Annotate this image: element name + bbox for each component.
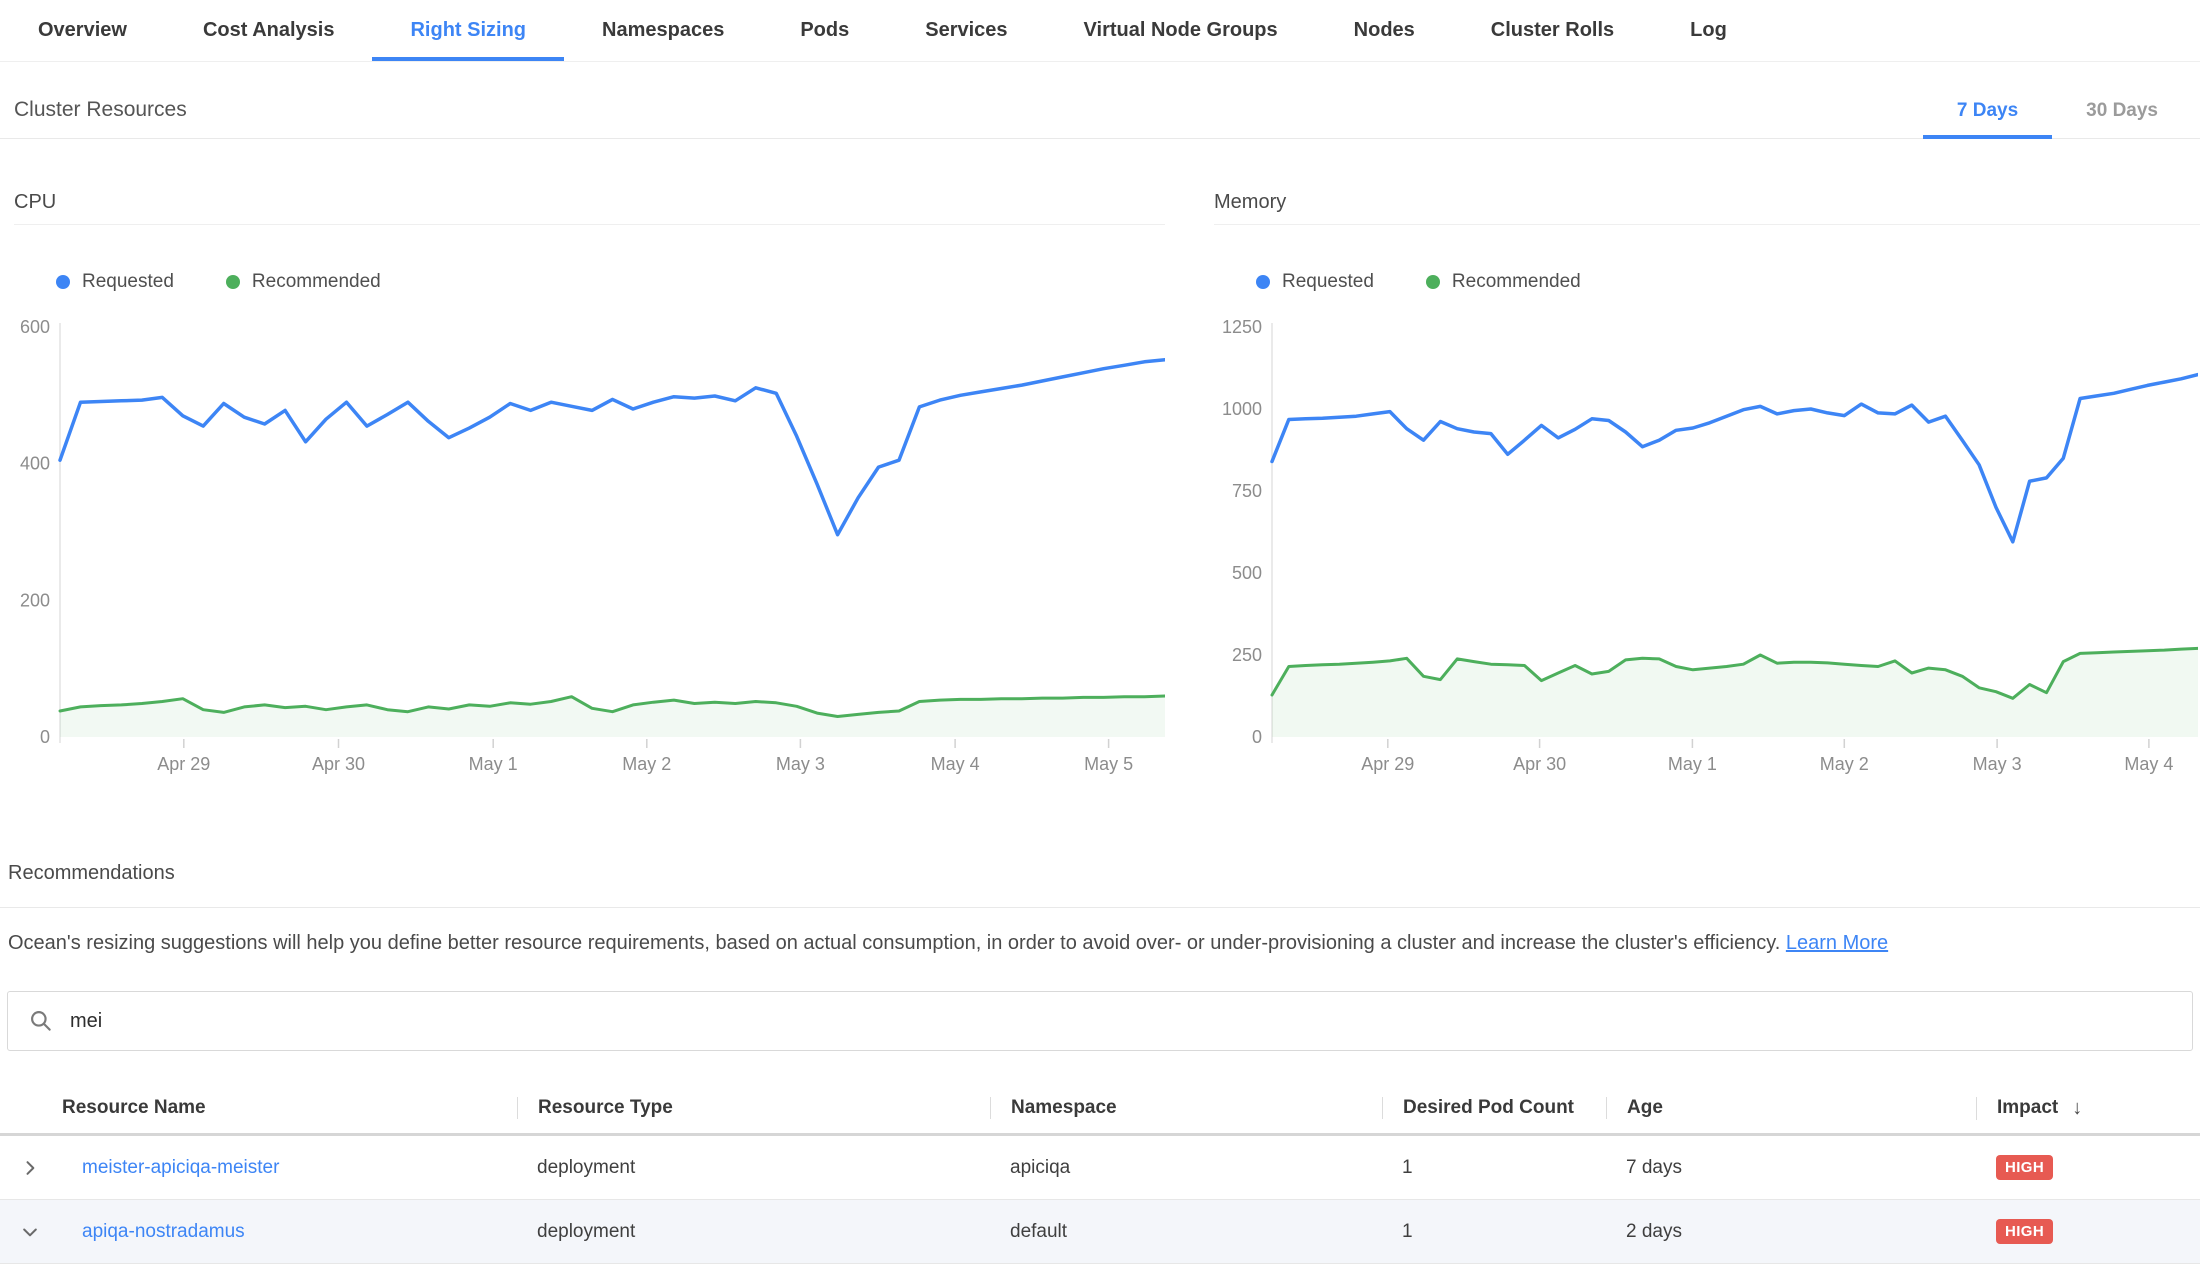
recommendations-title: Recommendations xyxy=(0,862,2200,908)
learn-more-link[interactable]: Learn More xyxy=(1786,932,1888,954)
tab-nodes[interactable]: Nodes xyxy=(1316,0,1453,61)
svg-text:Apr 29: Apr 29 xyxy=(1361,754,1414,774)
impact-high-badge: HIGH xyxy=(1996,1219,2053,1244)
resource-name-link[interactable]: apiqa-nostradamus xyxy=(82,1221,245,1243)
section-title: Cluster Resources xyxy=(14,98,187,138)
svg-text:750: 750 xyxy=(1232,481,1262,501)
resource-type-cell: deployment xyxy=(517,1157,990,1179)
namespace-cell: apiciqa xyxy=(990,1157,1382,1179)
tab-right-sizing[interactable]: Right Sizing xyxy=(372,0,564,61)
charts-row: CPU Requested Recommended 600 400 200 0 Apr … xyxy=(0,177,2200,786)
tab-bar: Overview Cost Analysis Right Sizing Name… xyxy=(0,0,2200,62)
svg-text:200: 200 xyxy=(20,590,50,610)
desired-pod-count-cell: 1 xyxy=(1382,1221,1606,1243)
recommendations-table: Resource Name Resource Type Namespace De… xyxy=(0,1083,2200,1264)
svg-text:May 1: May 1 xyxy=(469,754,518,774)
svg-text:May 2: May 2 xyxy=(1820,754,1869,774)
impact-high-badge: HIGH xyxy=(1996,1155,2053,1180)
svg-text:Apr 29: Apr 29 xyxy=(157,754,210,774)
svg-text:May 5: May 5 xyxy=(1084,754,1133,774)
memory-chart-section: Memory Requested Recommended 1250 1000 750… xyxy=(1214,177,2200,786)
recommendations-description-text: Ocean's resizing suggestions will help y… xyxy=(8,932,1780,954)
svg-text:250: 250 xyxy=(1232,645,1262,665)
requested-dot-icon xyxy=(56,275,70,289)
search-icon xyxy=(28,1008,54,1034)
namespace-cell: default xyxy=(990,1221,1382,1243)
recommended-dot-icon xyxy=(226,275,240,289)
column-namespace: Namespace xyxy=(990,1097,1382,1119)
cluster-resources-header: Cluster Resources 7 Days 30 Days xyxy=(0,62,2200,139)
column-impact[interactable]: Impact ↓ xyxy=(1976,1097,2200,1120)
svg-text:May 4: May 4 xyxy=(931,754,980,774)
date-range-toggle: 7 Days 30 Days xyxy=(1923,100,2192,138)
svg-text:1250: 1250 xyxy=(1222,319,1262,337)
legend-requested[interactable]: Requested xyxy=(56,271,174,293)
range-7-days[interactable]: 7 Days xyxy=(1923,100,2052,138)
svg-text:May 3: May 3 xyxy=(1973,754,2022,774)
resource-search-box xyxy=(7,991,2193,1051)
tab-virtual-node-groups[interactable]: Virtual Node Groups xyxy=(1046,0,1316,61)
table-row: apiqa-nostradamus deployment default 1 2… xyxy=(0,1200,2200,1264)
legend-recommended-label: Recommended xyxy=(1452,271,1581,293)
resource-type-cell: deployment xyxy=(517,1221,990,1243)
age-cell: 7 days xyxy=(1606,1157,1976,1179)
range-30-days[interactable]: 30 Days xyxy=(2052,100,2192,138)
requested-dot-icon xyxy=(1256,275,1270,289)
svg-text:Apr 30: Apr 30 xyxy=(312,754,365,774)
column-desired-pod-count: Desired Pod Count xyxy=(1382,1097,1606,1119)
legend-requested[interactable]: Requested xyxy=(1256,271,1374,293)
memory-chart-legend: Requested Recommended xyxy=(1256,271,2200,293)
chevron-right-icon[interactable] xyxy=(20,1158,40,1178)
svg-text:1000: 1000 xyxy=(1222,399,1262,419)
svg-text:400: 400 xyxy=(20,454,50,474)
legend-recommended[interactable]: Recommended xyxy=(226,271,381,293)
chevron-down-icon[interactable] xyxy=(20,1222,40,1242)
tab-cost-analysis[interactable]: Cost Analysis xyxy=(165,0,373,61)
column-age: Age xyxy=(1606,1097,1976,1119)
table-header-row: Resource Name Resource Type Namespace De… xyxy=(0,1083,2200,1136)
sort-desc-icon[interactable]: ↓ xyxy=(2072,1097,2082,1120)
legend-recommended-label: Recommended xyxy=(252,271,381,293)
legend-requested-label: Requested xyxy=(82,271,174,293)
column-resource-type: Resource Type xyxy=(517,1097,990,1119)
column-impact-label: Impact xyxy=(1997,1097,2058,1119)
recommended-dot-icon xyxy=(1426,275,1440,289)
tab-services[interactable]: Services xyxy=(887,0,1045,61)
cpu-chart-title: CPU xyxy=(14,177,1165,225)
cpu-chart-legend: Requested Recommended xyxy=(56,271,1165,293)
memory-chart-title: Memory xyxy=(1214,177,2200,225)
tab-cluster-rolls[interactable]: Cluster Rolls xyxy=(1453,0,1652,61)
memory-chart-plot[interactable]: 1250 1000 750 500 250 0 Apr 29 Apr 30 May 1 May 2… xyxy=(1214,319,2200,786)
tab-namespaces[interactable]: Namespaces xyxy=(564,0,762,61)
resource-name-link[interactable]: meister-apiciqa-meister xyxy=(82,1157,279,1179)
legend-recommended[interactable]: Recommended xyxy=(1426,271,1581,293)
table-row: meister-apiciqa-meister deployment apici… xyxy=(0,1136,2200,1200)
svg-text:May 3: May 3 xyxy=(776,754,825,774)
svg-text:May 1: May 1 xyxy=(1668,754,1717,774)
column-resource-name: Resource Name xyxy=(62,1097,517,1119)
svg-text:Apr 30: Apr 30 xyxy=(1513,754,1566,774)
recommendations-description: Ocean's resizing suggestions will help y… xyxy=(0,908,2200,957)
svg-text:500: 500 xyxy=(1232,563,1262,583)
age-cell: 2 days xyxy=(1606,1221,1976,1243)
svg-text:600: 600 xyxy=(20,319,50,337)
legend-requested-label: Requested xyxy=(1282,271,1374,293)
svg-text:0: 0 xyxy=(40,727,50,747)
cpu-chart-plot[interactable]: 600 400 200 0 Apr 29 Apr 30 May 1 May 2 May 3 May… xyxy=(14,319,1165,786)
cpu-chart-section: CPU Requested Recommended 600 400 200 0 Apr … xyxy=(14,177,1165,786)
svg-text:May 4: May 4 xyxy=(2124,754,2173,774)
tab-log[interactable]: Log xyxy=(1652,0,1765,61)
desired-pod-count-cell: 1 xyxy=(1382,1157,1606,1179)
search-input[interactable] xyxy=(70,1010,2172,1033)
tab-pods[interactable]: Pods xyxy=(762,0,887,61)
svg-text:0: 0 xyxy=(1252,727,1262,747)
tab-overview[interactable]: Overview xyxy=(0,0,165,61)
recommendations-section: Recommendations Ocean's resizing suggest… xyxy=(0,862,2200,1264)
svg-text:May 2: May 2 xyxy=(622,754,671,774)
